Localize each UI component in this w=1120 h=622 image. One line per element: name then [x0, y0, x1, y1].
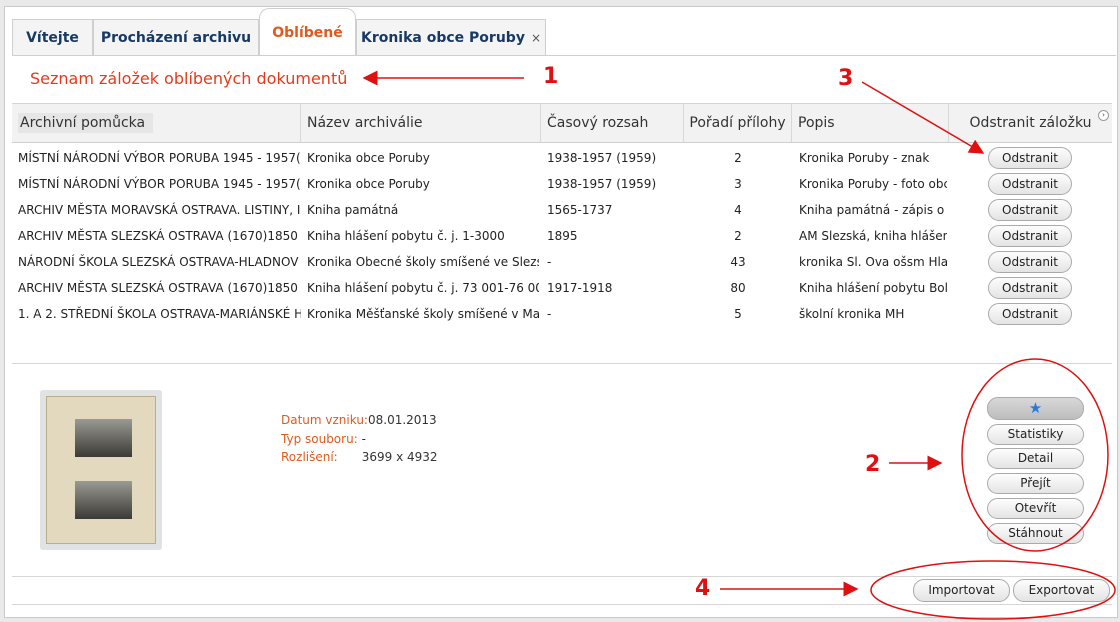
annotation-number-2: 2 [865, 452, 881, 477]
annotation-ellipse-bottom-buttons [870, 560, 1116, 620]
annotation-ellipse-side-buttons [961, 358, 1109, 552]
annotation-number-3: 3 [838, 66, 854, 91]
annotation-number-4: 4 [695, 576, 711, 601]
annotation-number-1: 1 [543, 64, 559, 89]
annotation-arrow-3 [861, 81, 985, 154]
annotation-overlay [362, 70, 1116, 620]
